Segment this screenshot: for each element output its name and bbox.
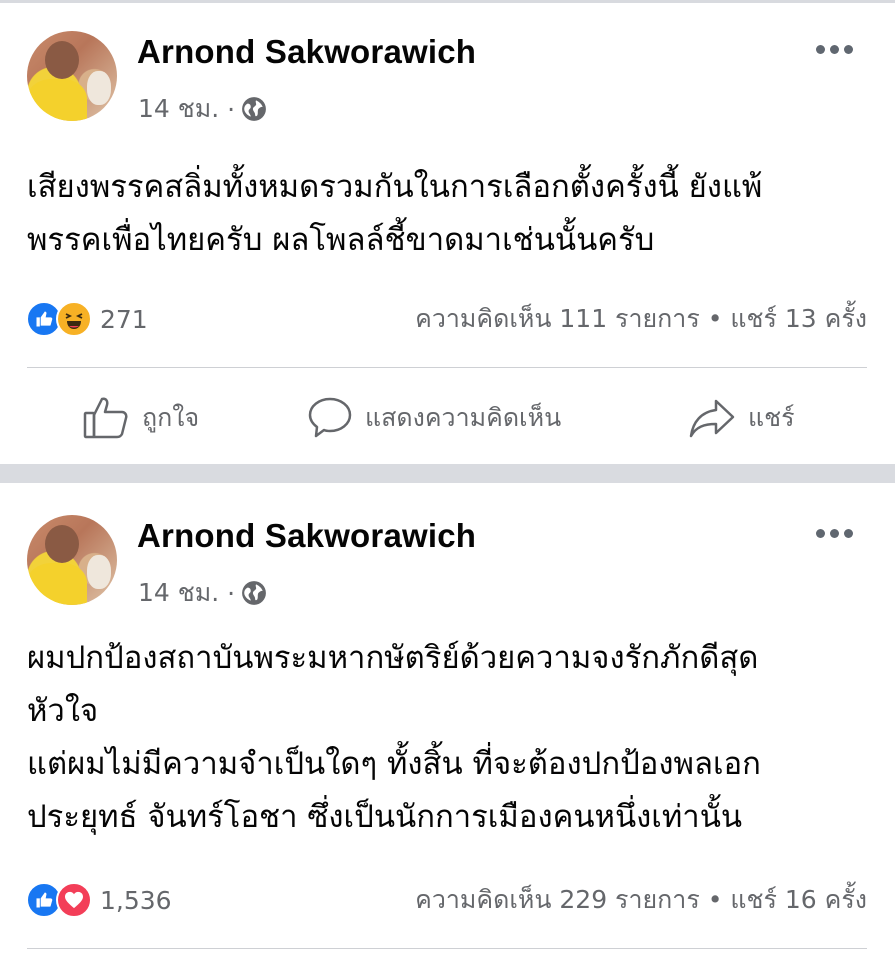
avatar[interactable] <box>27 515 117 605</box>
post-text-line: ประยุทธ์ จันทร์โอชา ซึ่งเป็นนักการเมืองค… <box>27 799 743 835</box>
share-button[interactable]: แชร์ <box>688 397 795 439</box>
post-meta: 14 ชม. · <box>138 573 267 613</box>
comments-shares-count[interactable]: ความคิดเห็น 111 รายการ • แชร์ 13 ครั้ง <box>415 299 867 339</box>
post-divider <box>0 464 895 483</box>
more-options-icon[interactable] <box>816 529 853 538</box>
like-button[interactable]: ถูกใจ <box>82 395 199 441</box>
author-name[interactable]: Arnond Sakworawich <box>137 33 476 71</box>
globe-icon <box>242 581 267 605</box>
comment-button[interactable]: แสดงความคิดเห็น <box>307 396 561 440</box>
post-stats: 1,536 ความคิดเห็น 229 รายการ • แชร์ 16 ค… <box>26 880 867 920</box>
action-bar: ถูกใจ แสดงความคิดเห็น แชร์ <box>0 386 895 450</box>
post-time[interactable]: 14 ชม. <box>138 573 219 613</box>
comment-icon <box>308 397 352 438</box>
post-card: Arnond Sakworawich 14 ชม. · เสียงพรรคสลิ… <box>0 3 895 464</box>
haha-reaction-icon <box>56 301 92 337</box>
love-reaction-icon <box>56 882 92 918</box>
comments-shares-count[interactable]: ความคิดเห็น 229 รายการ • แชร์ 16 ครั้ง <box>415 880 867 920</box>
reaction-count: 271 <box>100 304 148 334</box>
post-stats: 271 ความคิดเห็น 111 รายการ • แชร์ 13 ครั… <box>26 299 867 339</box>
meta-separator: · <box>227 578 236 608</box>
post-text-line: หัวใจ <box>27 693 99 729</box>
comment-label: แสดงความคิดเห็น <box>365 403 562 432</box>
avatar[interactable] <box>27 31 117 121</box>
divider <box>27 948 867 949</box>
share-label: แชร์ <box>748 403 795 432</box>
reaction-summary[interactable]: 1,536 <box>26 882 172 918</box>
divider <box>27 367 867 368</box>
like-label: ถูกใจ <box>142 403 200 432</box>
author-name[interactable]: Arnond Sakworawich <box>137 517 476 555</box>
post-text: เสียงพรรคสลิ่มทั้งหมดรวมกันในการเลือกตั้… <box>27 161 875 267</box>
share-icon <box>689 399 735 438</box>
thumbs-up-icon <box>83 397 128 439</box>
post-text-line: พรรคเพื่อไทยครับ ผลโพลล์ชี้ขาดมาเช่นนั้น… <box>27 222 655 258</box>
post-text: ผมปกป้องสถาบันพระมหากษัตริย์ด้วยความจงรั… <box>27 632 885 844</box>
meta-separator: · <box>227 94 236 124</box>
reaction-summary[interactable]: 271 <box>26 301 148 337</box>
post-text-line: เสียงพรรคสลิ่มทั้งหมดรวมกันในการเลือกตั้… <box>27 169 763 205</box>
post-text-line: ผมปกป้องสถาบันพระมหากษัตริย์ด้วยความจงรั… <box>27 640 759 676</box>
globe-icon <box>242 97 267 121</box>
post-text-line: แต่ผมไม่มีความจำเป็นใดๆ ทั้งสิ้น ที่จะต้… <box>27 746 761 782</box>
post-meta: 14 ชม. · <box>138 89 267 129</box>
post-time[interactable]: 14 ชม. <box>138 89 219 129</box>
more-options-icon[interactable] <box>816 45 853 54</box>
reaction-count: 1,536 <box>100 885 172 915</box>
